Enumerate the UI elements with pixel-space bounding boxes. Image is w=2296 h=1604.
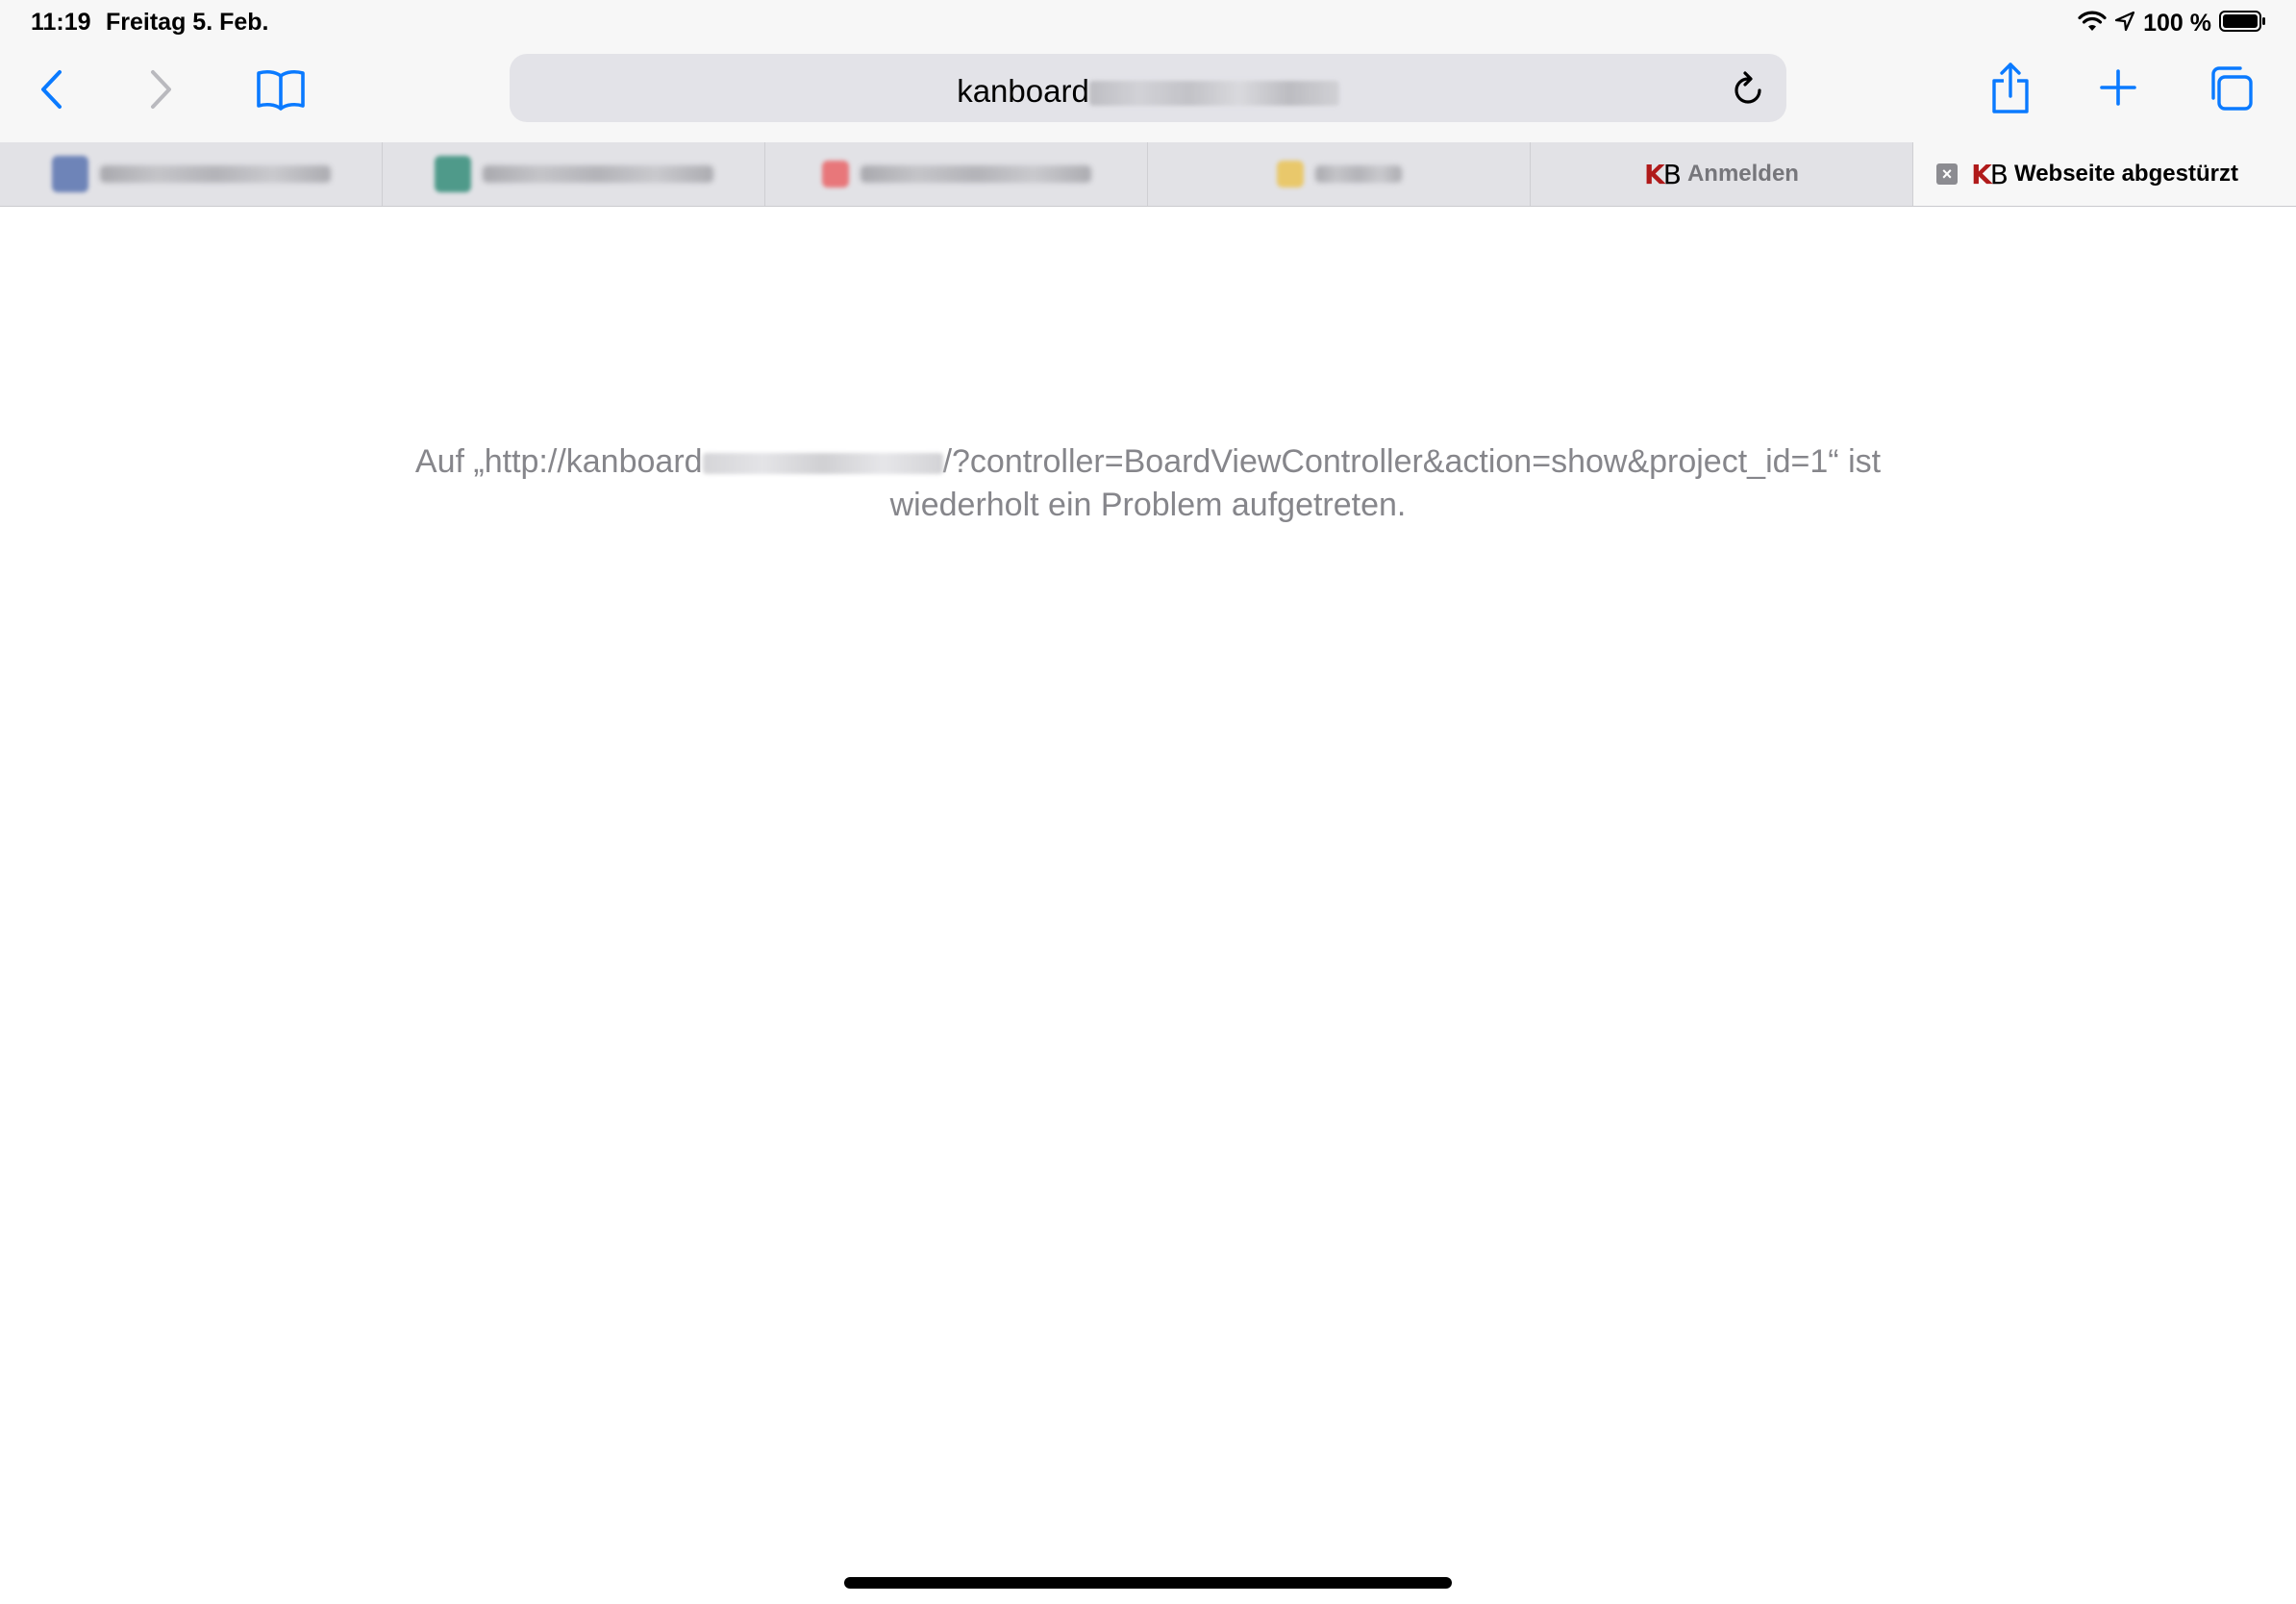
tab-label: Webseite abgestürzt bbox=[2013, 161, 2238, 187]
chevron-right-icon bbox=[151, 70, 171, 109]
tab-favicon bbox=[51, 156, 88, 192]
tab-anmelden[interactable]: KB Anmelden bbox=[1531, 142, 1913, 206]
book-icon bbox=[257, 69, 305, 111]
url-display[interactable]: kanboard bbox=[510, 73, 1786, 110]
tab-4[interactable] bbox=[1148, 142, 1531, 206]
redacted-domain bbox=[702, 453, 943, 475]
battery-percent: 100 % bbox=[2143, 9, 2211, 37]
address-bar[interactable]: kanboard bbox=[510, 54, 1786, 122]
kanboard-favicon-icon: KB bbox=[1644, 158, 1682, 190]
tab-3[interactable] bbox=[765, 142, 1148, 206]
bookmarks-button[interactable] bbox=[252, 63, 310, 115]
tab-favicon bbox=[821, 161, 849, 188]
message-line-2: wiederholt ein Problem aufgetreten. bbox=[889, 487, 1407, 523]
close-tab-icon[interactable]: × bbox=[1936, 163, 1958, 185]
new-tab-button[interactable] bbox=[2096, 65, 2140, 110]
status-indicators: 100 % bbox=[2078, 8, 2267, 38]
browser-toolbar: kanboard bbox=[0, 46, 2296, 142]
tab-bar: KB Anmelden × KB Webseite abgestürzt bbox=[0, 142, 2296, 207]
redacted-domain bbox=[1088, 81, 1339, 107]
reload-icon bbox=[1734, 71, 1761, 104]
forward-button[interactable] bbox=[139, 62, 184, 117]
message-prefix: Auf „http://kanboard bbox=[414, 443, 703, 480]
back-button[interactable] bbox=[29, 62, 73, 117]
share-icon bbox=[1992, 63, 2029, 113]
tab-title-redacted bbox=[1314, 165, 1402, 183]
tab-1[interactable] bbox=[0, 142, 383, 206]
chevron-left-icon bbox=[41, 70, 62, 109]
tab-title-redacted bbox=[860, 165, 1091, 183]
reload-button[interactable] bbox=[1731, 71, 1765, 113]
crash-error-message: Auf „http://kanboard /?controller=BoardVi… bbox=[288, 440, 2008, 527]
tab-active-webseite-abgestuerzt[interactable]: × KB Webseite abgestürzt bbox=[1913, 142, 2296, 206]
share-button[interactable] bbox=[1985, 58, 2035, 119]
status-date: Freitag 5. Feb. bbox=[106, 9, 269, 36]
kanboard-favicon-icon: KB bbox=[1971, 158, 2009, 190]
tab-title-redacted bbox=[482, 165, 713, 183]
tab-label: Anmelden bbox=[1686, 161, 1799, 187]
plus-icon bbox=[2100, 69, 2136, 106]
battery-icon bbox=[2219, 10, 2267, 38]
status-bar: 11:19 Freitag 5. Feb. 100 % bbox=[0, 0, 2296, 46]
message-suffix: /?controller=BoardViewController&action=… bbox=[942, 443, 1882, 480]
tab-2[interactable] bbox=[383, 142, 765, 206]
tab-overview-button[interactable] bbox=[2206, 63, 2256, 113]
tab-title-redacted bbox=[99, 165, 331, 183]
tabs-icon bbox=[2211, 66, 2253, 111]
location-arrow-icon bbox=[2114, 11, 2135, 37]
home-indicator[interactable] bbox=[844, 1577, 1452, 1589]
tab-favicon bbox=[1276, 161, 1304, 188]
wifi-icon bbox=[2078, 10, 2107, 38]
status-time: 11:19 bbox=[31, 9, 91, 36]
tab-favicon bbox=[434, 156, 471, 192]
